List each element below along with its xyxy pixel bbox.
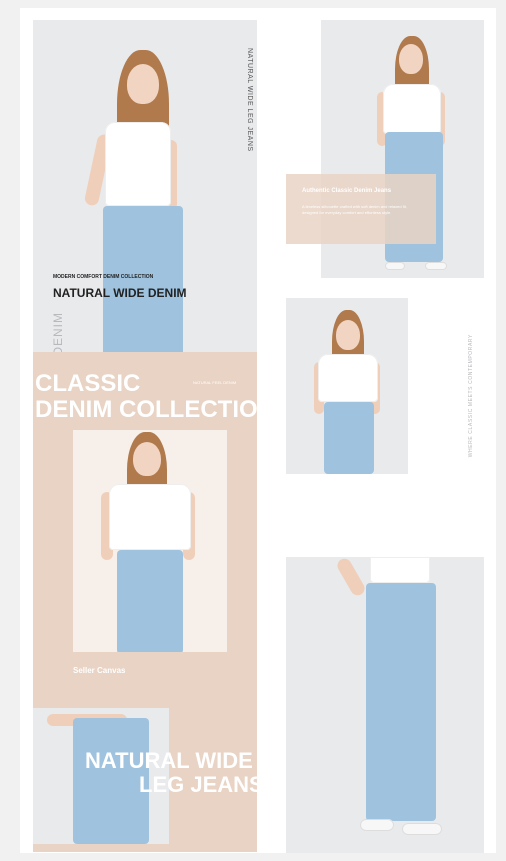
classic-photo bbox=[73, 430, 227, 652]
bottom-line2: LEG JEANS bbox=[139, 772, 257, 797]
classic-panel: CLASSIC DENIM COLLECTION NATURAL FEEL DE… bbox=[33, 352, 257, 708]
detail-page: NATURAL WIDE LEG JEANS MODERN COMFORT DE… bbox=[20, 8, 496, 853]
right-middle-photo bbox=[286, 298, 408, 474]
model-figure bbox=[83, 50, 215, 352]
card-title: Authentic Classic Denim Jeans bbox=[302, 188, 392, 194]
hero-side-label: NATURAL WIDE LEG JEANS bbox=[246, 48, 253, 152]
model-figure bbox=[101, 432, 199, 652]
model-figure bbox=[314, 310, 384, 474]
classic-line1: CLASSIC bbox=[35, 370, 141, 397]
hero-headline: NATURAL WIDE DENIM bbox=[53, 286, 187, 300]
jeans-back-figure bbox=[334, 557, 456, 847]
classic-caption: Seller Canvas bbox=[73, 666, 126, 675]
bottom-line1: NATURAL WIDE bbox=[85, 748, 253, 773]
right-bottom-photo bbox=[286, 557, 484, 853]
hero-kicker: MODERN COMFORT DENIM COLLECTION bbox=[53, 274, 154, 280]
right-side-vertical: WHERE CLASSIC MEETS CONTEMPORARY bbox=[468, 334, 474, 458]
hero-vertical-word: DENIM bbox=[51, 312, 65, 352]
right-top-card: Authentic Classic Denim Jeans A timeless… bbox=[286, 174, 436, 244]
bottom-left-panel: NATURAL WIDE LEG JEANS bbox=[33, 708, 257, 852]
hero-panel: NATURAL WIDE LEG JEANS MODERN COMFORT DE… bbox=[33, 20, 257, 352]
classic-line2: DENIM COLLECTION bbox=[35, 396, 257, 423]
classic-small-tag: NATURAL FEEL DENIM bbox=[193, 380, 237, 385]
card-body: A timeless silhouette crafted with soft … bbox=[302, 204, 407, 215]
